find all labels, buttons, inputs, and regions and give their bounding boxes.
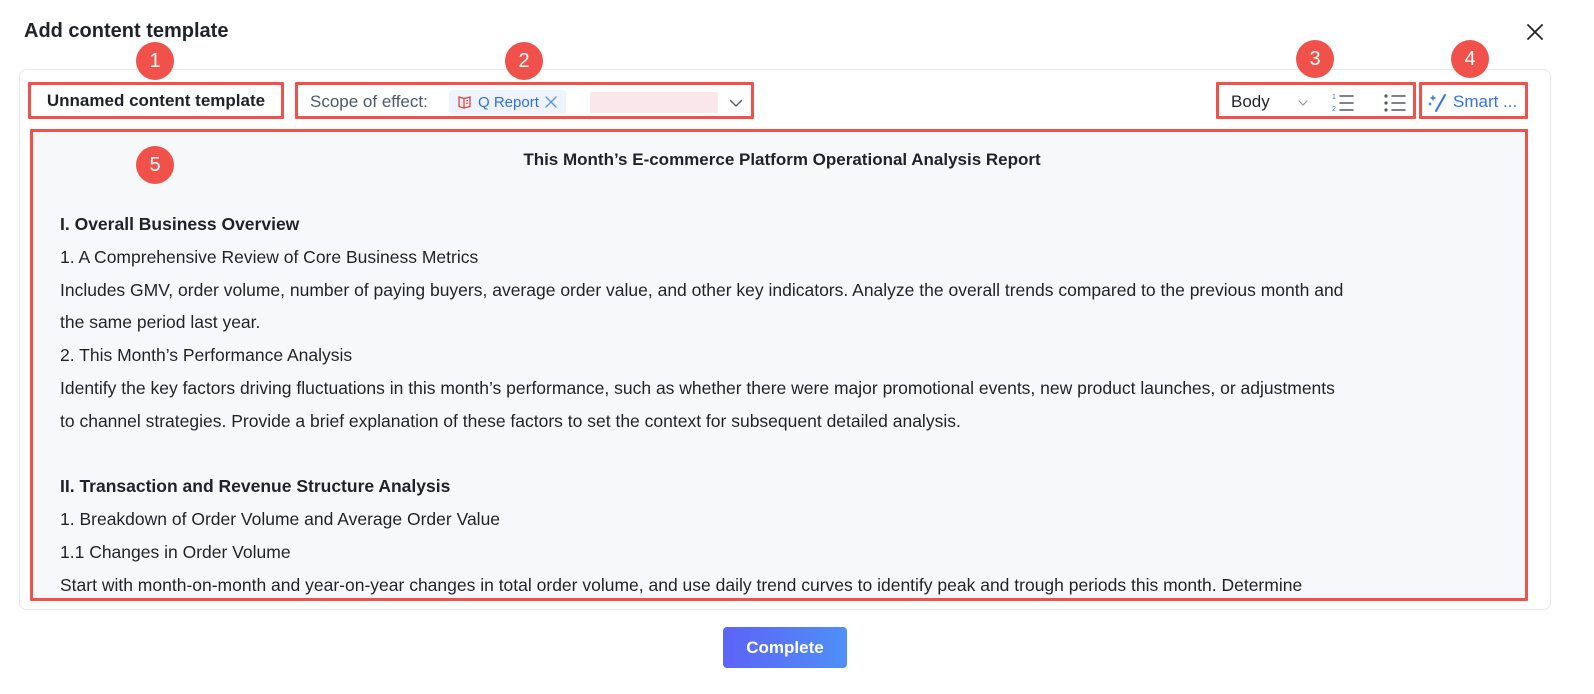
close-icon[interactable]	[1523, 20, 1547, 44]
paragraph-line: to channel strategies. Provide a brief e…	[60, 410, 961, 431]
section-heading: I. Overall Business Overview	[60, 214, 300, 234]
badge-1: 1	[136, 42, 174, 80]
svg-text:1: 1	[1332, 94, 1336, 101]
scope-chip-label: Q Report	[478, 93, 539, 111]
paragraph-line: the same period last year.	[60, 312, 261, 333]
scope-label: Scope of effect:	[310, 92, 428, 111]
chevron-down-icon[interactable]	[728, 95, 744, 111]
paragraph-line: Includes GMV, order volume, number of pa…	[60, 279, 1344, 300]
add-content-template-dialog: Add content template Unnamed content tem…	[0, 0, 1594, 694]
paragraph-line: 1.1 Changes in Order Volume	[60, 541, 291, 562]
badge-2: 2	[505, 42, 543, 80]
smart-write-button[interactable]: Smart ...	[1419, 82, 1528, 119]
badge-4: 4	[1451, 40, 1489, 78]
chip-close-icon[interactable]	[544, 95, 558, 109]
template-name-field[interactable]: Unnamed content template	[28, 82, 284, 119]
paragraph-line: 1. A Comprehensive Review of Core Busine…	[60, 246, 479, 267]
svg-text:2: 2	[1332, 106, 1336, 113]
scope-of-effect-select[interactable]: Scope of effect: Q Report	[295, 82, 754, 119]
badge-3: 3	[1296, 40, 1334, 78]
content-editor[interactable]: This Month’s E-commerce Platform Operati…	[30, 129, 1528, 601]
text-style-select[interactable]: Body	[1231, 91, 1270, 113]
paragraph-line: Start with month-on-month and year-on-ye…	[60, 574, 1303, 595]
paragraph-line: Identify the key factors driving fluctua…	[60, 377, 1335, 398]
dialog-title: Add content template	[24, 20, 229, 42]
report-icon	[458, 96, 471, 109]
document-title: This Month’s E-commerce Platform Operati…	[523, 150, 1041, 169]
ordered-list-icon[interactable]: 1 2	[1331, 92, 1355, 114]
complete-button[interactable]: Complete	[723, 627, 847, 668]
scope-chip: Q Report	[449, 90, 566, 114]
chevron-down-icon[interactable]	[1297, 97, 1309, 109]
redacted-scope-chip	[590, 92, 718, 113]
bullet-list-icon[interactable]	[1383, 92, 1407, 114]
section-heading: II. Transaction and Revenue Structure An…	[60, 476, 451, 497]
badge-5: 5	[136, 146, 174, 184]
paragraph-line: 1. Breakdown of Order Volume and Average…	[60, 509, 501, 530]
document-body: I. Overall Business Overview 1. A Compreh…	[60, 208, 1500, 598]
formatting-toolbar: Body 1 2	[1216, 82, 1416, 119]
magic-wand-icon	[1428, 94, 1446, 112]
paragraph-line: 2. This Month’s Performance Analysis	[60, 345, 353, 366]
smart-label: Smart ...	[1453, 92, 1518, 111]
